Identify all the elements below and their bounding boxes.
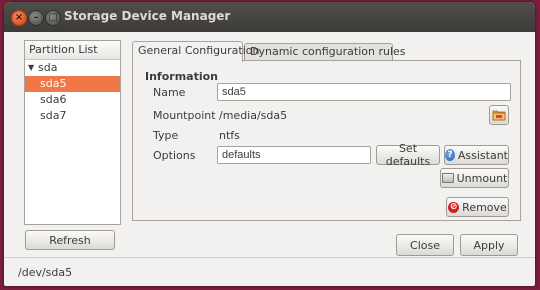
- close-button[interactable]: Close: [396, 234, 454, 256]
- information-heading: Information: [145, 70, 218, 83]
- general-configuration-panel: Information Name Mountpoint /media/sda5 …: [132, 60, 521, 221]
- remove-icon: ⊘: [448, 201, 460, 213]
- folder-icon: [492, 110, 506, 121]
- expander-triangle-icon[interactable]: ▼: [28, 60, 34, 76]
- assistant-label: Assistant: [457, 148, 508, 162]
- disk-label: sda: [38, 61, 58, 74]
- partition-item-sda7[interactable]: sda7: [25, 108, 120, 124]
- partition-list[interactable]: Partition List ▼ sda sda5 sda6 sda7: [24, 40, 121, 225]
- unmount-label: Unmount: [456, 171, 508, 185]
- status-bar: /dev/sda5: [4, 257, 535, 286]
- partition-list-header[interactable]: Partition List: [25, 41, 120, 60]
- window-maximize-button[interactable]: □: [45, 10, 61, 26]
- window-title: Storage Device Manager: [64, 9, 231, 23]
- tab-general-configuration[interactable]: General Configuration: [132, 41, 259, 62]
- unmount-button[interactable]: Unmount: [440, 168, 509, 188]
- title-bar[interactable]: × – □ Storage Device Manager: [4, 2, 535, 32]
- set-defaults-button[interactable]: Set defaults: [376, 142, 440, 168]
- apply-button[interactable]: Apply: [460, 234, 518, 256]
- name-label: Name: [153, 86, 186, 99]
- partition-item-sda5[interactable]: sda5: [25, 76, 120, 92]
- options-field[interactable]: [217, 146, 371, 164]
- type-value: ntfs: [219, 129, 240, 142]
- refresh-button[interactable]: Refresh: [25, 230, 115, 250]
- tree-row-disk[interactable]: ▼ sda: [25, 60, 120, 76]
- remove-label: Remove: [462, 200, 507, 214]
- main-window: × – □ Storage Device Manager Partition L…: [4, 2, 535, 286]
- window-close-button[interactable]: ×: [11, 10, 27, 26]
- remove-button[interactable]: ⊘ Remove: [446, 197, 509, 217]
- partition-label: sda5: [40, 77, 67, 90]
- partition-item-sda6[interactable]: sda6: [25, 92, 120, 108]
- partition-label: sda6: [40, 93, 67, 106]
- options-label: Options: [153, 149, 196, 162]
- browse-mountpoint-button[interactable]: [489, 105, 509, 125]
- eject-icon: [441, 173, 454, 183]
- mountpoint-label: Mountpoint: [153, 109, 216, 122]
- partition-label: sda7: [40, 109, 67, 122]
- type-label: Type: [153, 129, 179, 142]
- name-field[interactable]: [217, 83, 511, 101]
- tab-dynamic-configuration-rules[interactable]: Dynamic configuration rules: [244, 43, 406, 61]
- window-minimize-button[interactable]: –: [28, 10, 44, 26]
- mountpoint-value: /media/sda5: [219, 109, 288, 122]
- status-text: /dev/sda5: [18, 266, 73, 279]
- assistant-button[interactable]: ? Assistant: [444, 145, 509, 165]
- help-icon: ?: [445, 149, 455, 161]
